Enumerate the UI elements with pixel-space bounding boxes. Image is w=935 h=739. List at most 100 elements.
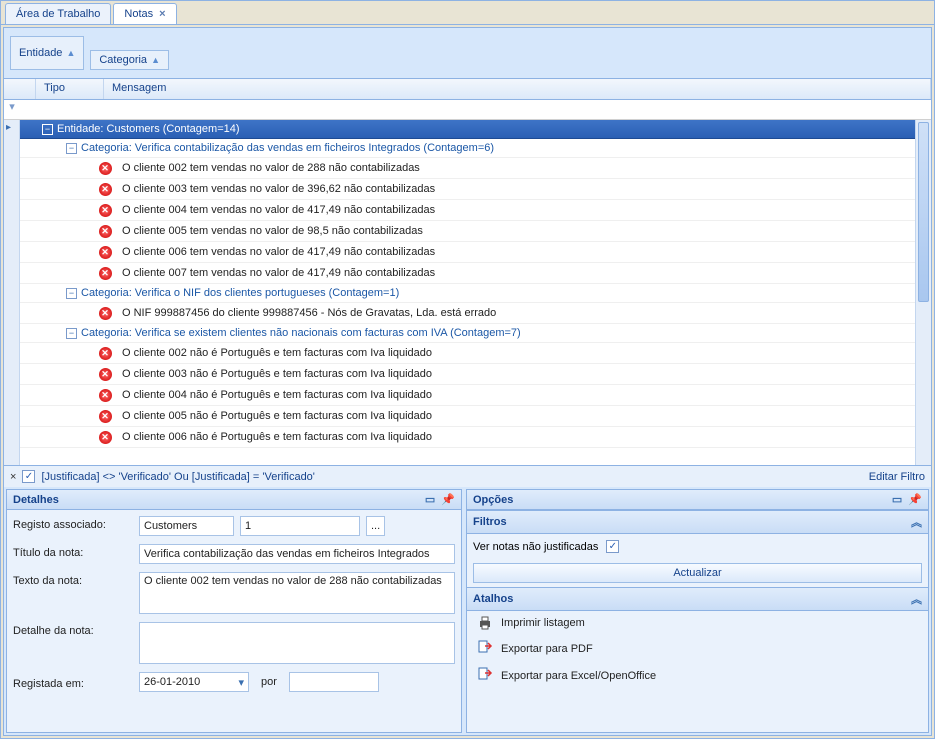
ver-nao-just-checkbox[interactable]: ✓ [606,540,619,553]
tab-label: Área de Trabalho [16,8,100,20]
collapse-icon[interactable]: ︽ [911,514,922,530]
error-icon: ✕ [99,267,112,280]
dropdown-icon[interactable]: ▾ [238,676,244,689]
collapse-icon[interactable]: − [66,288,77,299]
filter-status-bar: × ✓ [Justificada] <> 'Verificado' Ou [Ju… [4,465,931,487]
column-header-tipo[interactable]: Tipo [36,79,104,99]
browse-button[interactable]: ... [366,516,385,536]
panel-title-icons: ▭ 📌 [892,493,922,506]
tab-area-trabalho[interactable]: Área de Trabalho [5,3,111,24]
sort-asc-icon: ▲ [66,48,75,58]
texto-field[interactable]: O cliente 002 tem vendas no valor de 288… [139,572,455,614]
error-icon: ✕ [99,347,112,360]
titulo-field[interactable] [139,544,455,564]
collapse-icon[interactable]: − [42,124,53,135]
row-indicator-strip: ▸ [4,120,20,465]
row-message: O cliente 003 não é Português e tem fact… [120,368,915,380]
error-icon: ✕ [99,204,112,217]
por-field[interactable] [289,672,379,692]
groupby-entidade[interactable]: Entidade ▲ [10,36,84,70]
atalho-pdf[interactable]: Exportar para PDF [467,635,928,662]
funnel-icon[interactable]: ▾ [4,100,20,119]
sort-asc-icon: ▲ [151,55,160,65]
export-icon [477,639,493,658]
restore-icon[interactable]: ▭ [425,493,435,506]
atalho-excel[interactable]: Exportar para Excel/OpenOffice [467,662,928,689]
actualizar-button[interactable]: Actualizar [473,563,922,583]
atalho-print[interactable]: Imprimir listagem [467,611,928,635]
id-field[interactable] [240,516,360,536]
row-message: O cliente 006 tem vendas no valor de 417… [120,246,915,258]
close-icon[interactable]: × [159,8,165,20]
tab-bar: Área de Trabalho Notas × [1,1,934,25]
options-panel: Opções ▭ 📌 Filtros︽ Ver notas não justif… [466,489,929,733]
details-body: Registo associado: ... Título da nota: T… [7,510,461,732]
column-header-mensagem[interactable]: Mensagem [104,79,931,99]
filter-enabled-checkbox[interactable]: ✓ [22,470,35,483]
detalhe-field[interactable] [139,622,455,664]
collapse-icon[interactable]: ︽ [911,591,922,607]
category-label: Categoria: Verifica contabilização das v… [81,142,494,154]
tab-label: Notas [124,8,153,20]
pin-icon[interactable]: 📌 [441,493,455,506]
tab-notas[interactable]: Notas × [113,3,176,24]
error-icon: ✕ [99,431,112,444]
grid-row[interactable]: ✕O cliente 002 não é Português e tem fac… [20,343,915,364]
row-message: O cliente 006 não é Português e tem fact… [120,431,915,443]
label-por: por [255,676,283,688]
row-message: O cliente 005 não é Português e tem fact… [120,410,915,422]
category-group-row[interactable]: −Categoria: Verifica o NIF dos clientes … [20,284,915,303]
date-value: 26-01-2010 [144,676,200,688]
grid-row[interactable]: ✕O cliente 003 não é Português e tem fac… [20,364,915,385]
row-message: O cliente 007 tem vendas no valor de 417… [120,267,915,279]
row-message: O NIF 999887456 do cliente 999887456 - N… [120,307,915,319]
scrollbar-thumb[interactable] [918,122,929,302]
row-message: O cliente 005 tem vendas no valor de 98,… [120,225,915,237]
grid-row[interactable]: ✕ O NIF 999887456 do cliente 999887456 - … [20,303,915,324]
groupby-label: Entidade [19,47,62,59]
error-icon: ✕ [99,410,112,423]
grid-row[interactable]: ✕ O cliente 006 tem vendas no valor de 41… [20,242,915,263]
date-field[interactable]: 26-01-2010 ▾ [139,672,249,692]
grid-row[interactable]: ✕O cliente 003 tem vendas no valor de 39… [20,179,915,200]
ver-nao-just-row: Ver notas não justificadas ✓ [467,534,928,559]
label-texto: Texto da nota: [13,572,133,587]
grid-row[interactable]: ✕O cliente 004 não é Português e tem fac… [20,385,915,406]
collapse-icon[interactable]: − [66,328,77,339]
details-panel: Detalhes ▭ 📌 Registo associado: ... Títu… [6,489,462,733]
pin-icon[interactable]: 📌 [908,493,922,506]
label-registada: Registada em: [13,675,133,690]
atalhos-subhead[interactable]: Atalhos︽ [467,587,928,611]
category-group-row[interactable]: −Categoria: Verifica contabilização das … [20,139,915,158]
grid-row[interactable]: ✕ O cliente 004 tem vendas no valor de 41… [20,200,915,221]
label-titulo: Título da nota: [13,544,133,559]
filtros-subhead[interactable]: Filtros︽ [467,510,928,534]
row-message: O cliente 003 tem vendas no valor de 396… [120,183,915,195]
category-label: Categoria: Verifica o NIF dos clientes p… [81,287,399,299]
header-gutter [4,79,36,99]
restore-icon[interactable]: ▭ [892,493,902,506]
grid-row[interactable]: ✕O cliente 002 tem vendas no valor de 28… [20,158,915,179]
edit-filter-link[interactable]: Editar Filtro [869,471,925,483]
clear-filter-icon[interactable]: × [10,471,16,483]
entity-group-row[interactable]: −Entidade: Customers (Contagem=14) [20,120,915,139]
category-group-row[interactable]: −Categoria: Verifica se existem clientes… [20,324,915,343]
error-icon: ✕ [99,307,112,320]
details-title-bar: Detalhes ▭ 📌 [7,490,461,510]
panel-title-icons: ▭ 📌 [425,493,455,506]
groupby-categoria[interactable]: Categoria▲ [90,50,169,70]
link-label: Imprimir listagem [501,617,585,629]
panel-title: Detalhes [13,494,59,506]
grid-filter-row[interactable]: ▾ [4,100,931,120]
grid-row[interactable]: ✕O cliente 005 tem vendas no valor de 98… [20,221,915,242]
grid-row[interactable]: ✕ O cliente 006 não é Português e tem fac… [20,427,915,448]
grid-row[interactable]: ✕ O cliente 005 não é Português e tem fac… [20,406,915,427]
vertical-scrollbar[interactable] [915,120,931,465]
current-row-indicator-icon: ▸ [6,122,18,133]
row-message: O cliente 004 tem vendas no valor de 417… [120,204,915,216]
collapse-icon[interactable]: − [66,143,77,154]
error-icon: ✕ [99,246,112,259]
checkbox-label: Ver notas não justificadas [473,541,598,553]
entity-field[interactable] [139,516,234,536]
grid-row[interactable]: ✕ O cliente 007 tem vendas no valor de 41… [20,263,915,284]
